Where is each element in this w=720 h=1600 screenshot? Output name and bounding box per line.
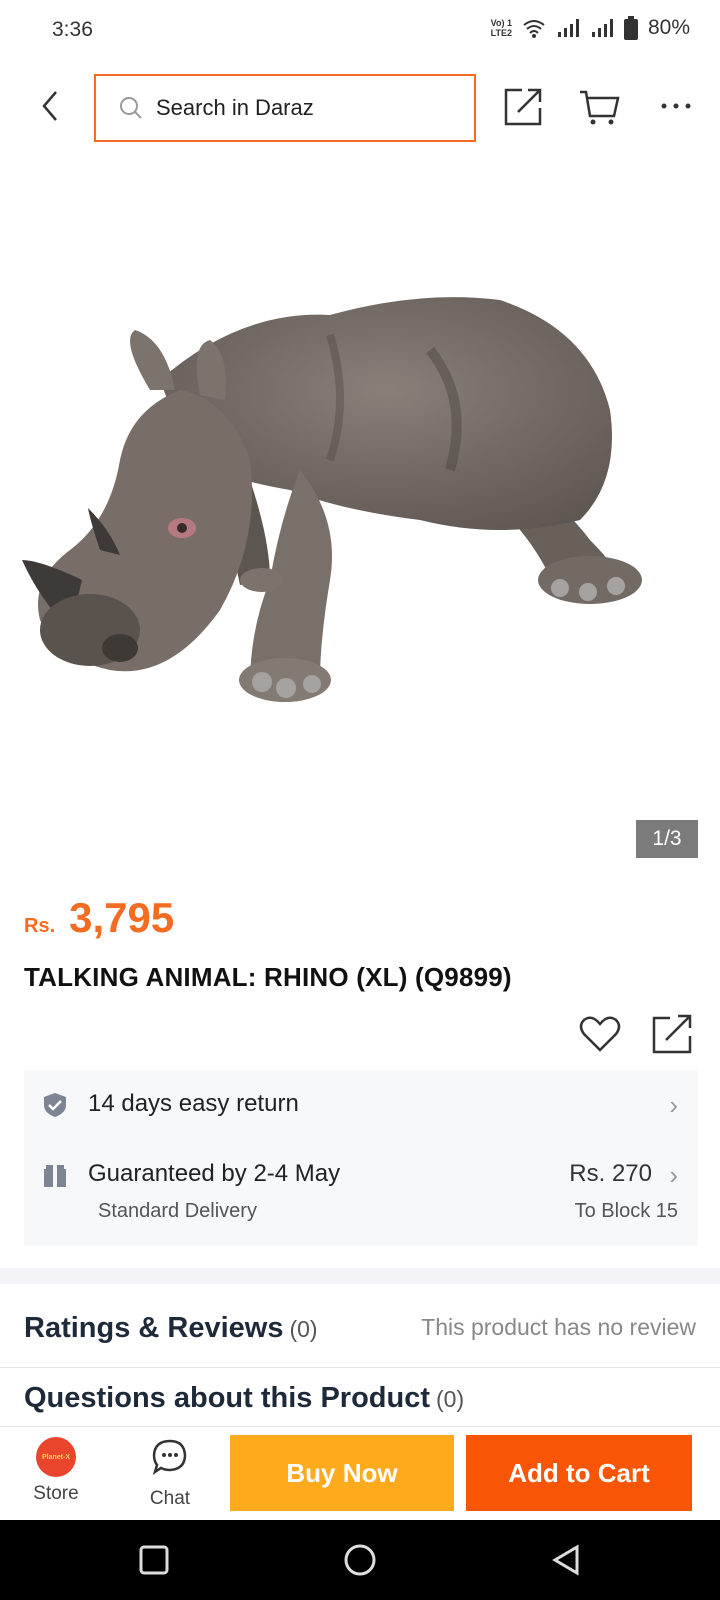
delivery-guarantee-text: Guaranteed by 2-4 May	[88, 1160, 341, 1187]
product-price: Rs. 3,795	[24, 894, 174, 942]
ratings-title: Ratings & Reviews (0)	[24, 1312, 318, 1344]
share-icon	[504, 88, 542, 126]
signal-icon	[557, 19, 579, 37]
product-image-gallery[interactable]	[0, 160, 720, 860]
delivery-destination: To Block 15	[574, 1200, 678, 1222]
search-placeholder: Search in Daraz	[156, 95, 314, 120]
package-icon	[42, 1162, 68, 1188]
chevron-right-icon: ›	[669, 1160, 678, 1190]
shield-check-icon	[42, 1092, 68, 1118]
back-triangle-icon	[552, 1544, 579, 1576]
status-icons: Vo) 1 LTE2 80%	[491, 16, 690, 40]
bottom-action-bar: Planet-X Store Chat Buy Now Add to Cart	[0, 1426, 720, 1520]
store-label: Store	[33, 1483, 79, 1504]
delivery-fee: Rs. 270	[569, 1160, 652, 1187]
image-counter: 1/3	[636, 820, 698, 858]
delivery-row[interactable]: Guaranteed by 2-4 May Standard Delivery …	[24, 1140, 698, 1246]
wishlist-button[interactable]	[578, 1012, 622, 1056]
price-value: 3,795	[69, 894, 175, 941]
product-title: TALKING ANIMAL: RHINO (XL) (Q9899)	[24, 962, 512, 992]
search-icon	[118, 95, 144, 121]
back-button[interactable]	[28, 84, 72, 128]
chat-label: Chat	[149, 1488, 191, 1509]
status-bar: 3:36 Vo) 1 LTE2 80%	[0, 0, 720, 62]
more-button[interactable]	[652, 82, 700, 130]
buy-now-button[interactable]: Buy Now	[230, 1435, 454, 1511]
more-icon	[661, 103, 691, 109]
ratings-section[interactable]: Ratings & Reviews (0) This product has no…	[0, 1284, 720, 1368]
product-share-button[interactable]	[650, 1012, 696, 1056]
heart-icon	[579, 1016, 621, 1052]
back-nav-button[interactable]	[546, 1540, 586, 1580]
recents-icon	[139, 1545, 169, 1575]
chat-icon	[152, 1439, 187, 1475]
questions-count: (0)	[436, 1386, 465, 1412]
ratings-count: (0)	[289, 1316, 318, 1342]
store-logo: Planet-X	[36, 1437, 76, 1477]
chat-button[interactable]: Chat	[134, 1437, 206, 1513]
rhino-product-image	[22, 297, 642, 702]
share-icon	[652, 1014, 692, 1054]
store-button[interactable]: Planet-X Store	[20, 1437, 92, 1513]
wifi-icon	[523, 20, 545, 38]
questions-section[interactable]: Questions about this Product (0)	[0, 1368, 720, 1428]
questions-title: Questions about this Product (0)	[24, 1382, 465, 1414]
no-review-text: This product has no review	[421, 1314, 696, 1340]
home-icon	[344, 1544, 376, 1576]
signal-icon-2	[591, 19, 613, 37]
share-button[interactable]	[500, 82, 548, 130]
delivery-type-text: Standard Delivery	[98, 1200, 257, 1222]
cart-button[interactable]	[576, 82, 624, 130]
top-bar: Search in Daraz	[0, 70, 720, 146]
back-arrow-icon	[42, 91, 57, 121]
battery-icon	[623, 16, 638, 40]
recents-button[interactable]	[134, 1540, 174, 1580]
price-currency: Rs.	[24, 915, 56, 937]
system-nav-bar	[0, 1520, 720, 1600]
delivery-info-panel: 14 days easy return › Guaranteed by 2-4 …	[24, 1070, 698, 1246]
volte-indicator: Vo) 1 LTE2	[490, 18, 512, 38]
add-to-cart-button[interactable]: Add to Cart	[466, 1435, 692, 1511]
section-divider	[0, 1268, 720, 1284]
home-button[interactable]	[340, 1540, 380, 1580]
return-policy-row[interactable]: 14 days easy return ›	[24, 1070, 698, 1140]
return-policy-text: 14 days easy return	[88, 1090, 299, 1117]
search-input[interactable]: Search in Daraz	[94, 74, 476, 142]
battery-percent: 80%	[647, 16, 690, 39]
chevron-right-icon: ›	[669, 1090, 678, 1120]
cart-icon	[580, 90, 620, 125]
status-time: 3:36	[52, 18, 93, 41]
